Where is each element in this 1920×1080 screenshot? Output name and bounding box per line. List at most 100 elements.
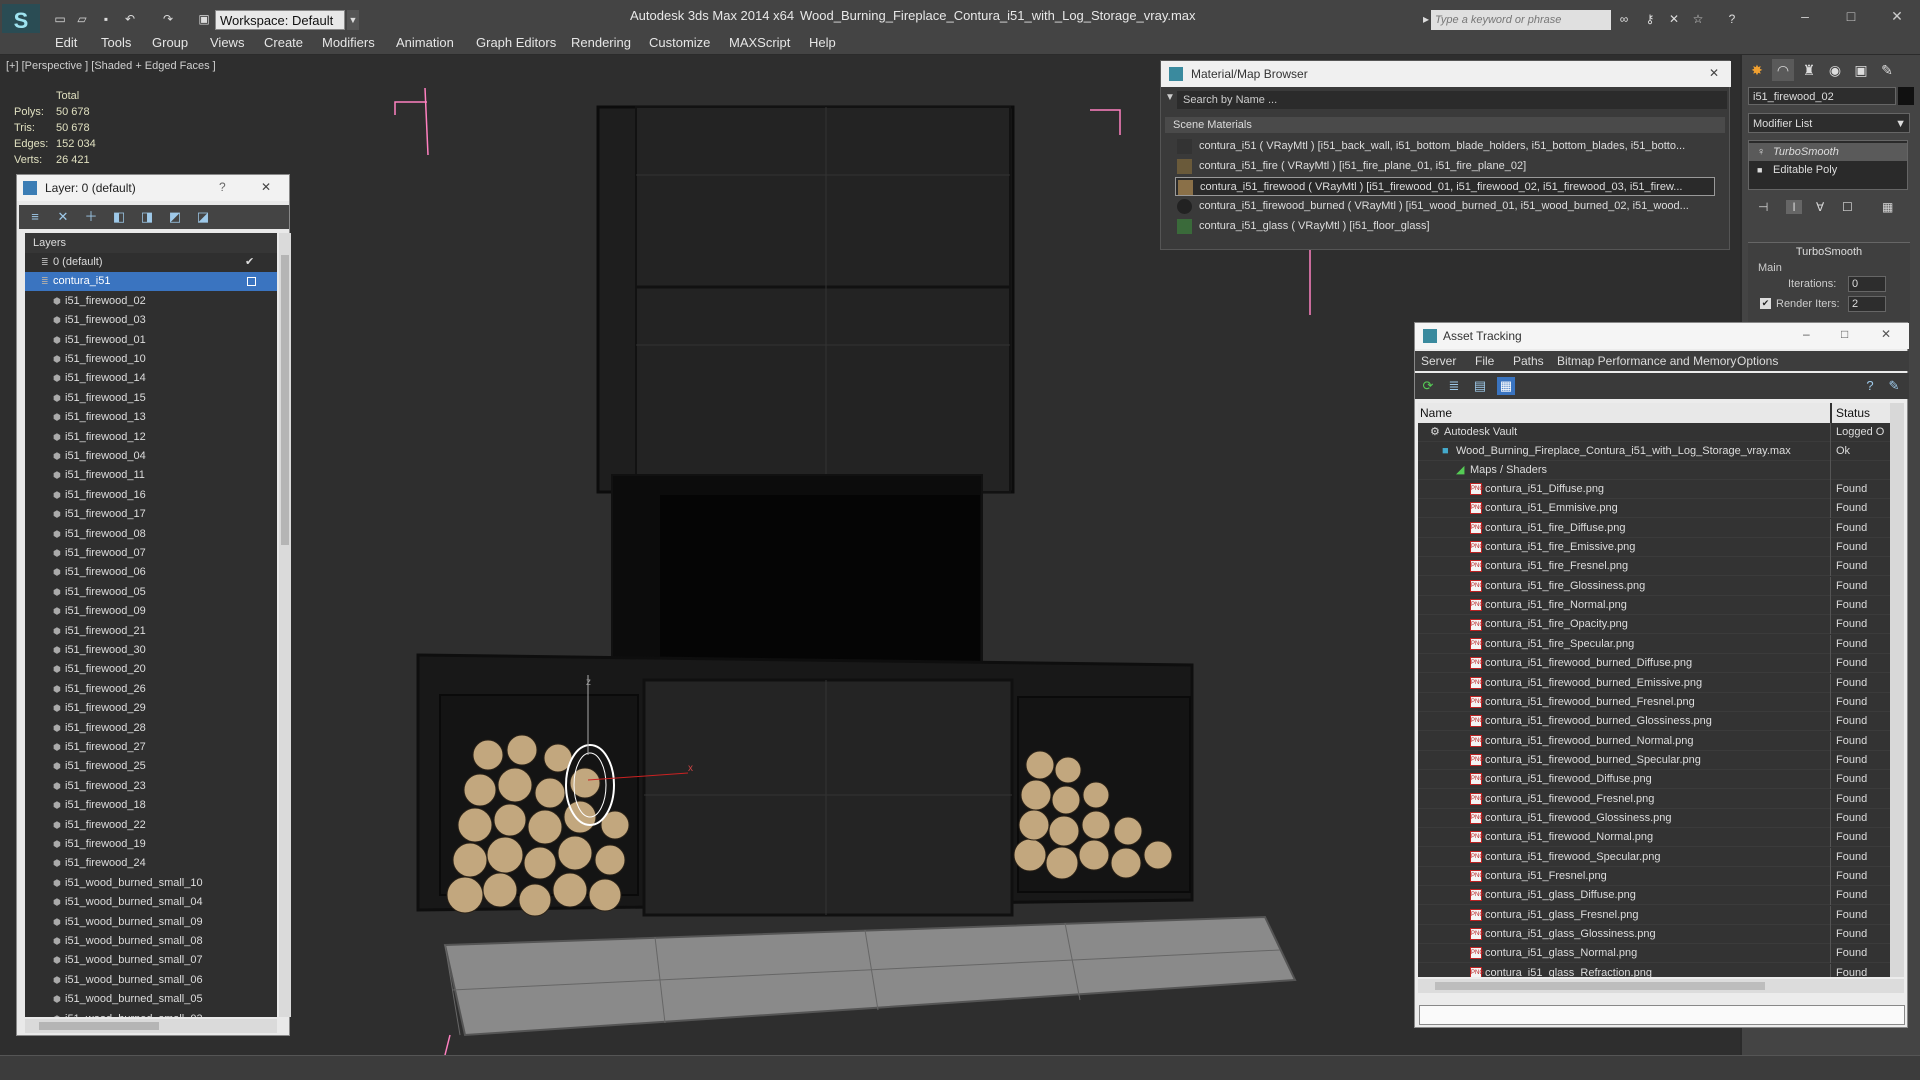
turbosmooth-rollout-title[interactable]: TurboSmooth bbox=[1748, 244, 1910, 260]
layer-object-item[interactable]: ⬢ i51_firewood_30 bbox=[25, 641, 277, 660]
table-row[interactable]: PNGcontura_i51_firewood_Specular.png Foun… bbox=[1418, 847, 1894, 867]
menu-graph-editors[interactable]: Graph Editors bbox=[476, 35, 556, 50]
create-tab-icon[interactable]: ✸ bbox=[1746, 59, 1768, 81]
table-row[interactable]: PNGcontura_i51_glass_Diffuse.png Found bbox=[1418, 886, 1894, 906]
layer-object-item[interactable]: ⬢ i51_wood_burned_small_09 bbox=[25, 913, 277, 932]
layer-object-item[interactable]: ⬢ i51_firewood_15 bbox=[25, 389, 277, 408]
layer-object-item[interactable]: ⬢ i51_wood_burned_small_05 bbox=[25, 990, 277, 1009]
layer-object-item[interactable]: ⬢ i51_firewood_01 bbox=[25, 331, 277, 350]
chevron-down-icon[interactable]: ▼ bbox=[1165, 92, 1175, 103]
layer-object-item[interactable]: ⬢ i51_firewood_22 bbox=[25, 816, 277, 835]
keyword-search-input[interactable]: Type a keyword or phrase bbox=[1431, 10, 1611, 30]
layer-object-item[interactable]: ⬢ i51_firewood_27 bbox=[25, 738, 277, 757]
maximize-icon[interactable]: □ bbox=[1841, 327, 1848, 341]
layer-object-item[interactable]: ⬢ i51_firewood_14 bbox=[25, 369, 277, 388]
help-icon[interactable]: ? bbox=[1724, 12, 1740, 26]
maximize-icon[interactable]: □ bbox=[1836, 6, 1866, 26]
table-row[interactable]: PNGcontura_i51_glass_Refraction.png Found bbox=[1418, 963, 1894, 977]
table-row[interactable]: PNGcontura_i51_firewood_Diffuse.png Found bbox=[1418, 770, 1894, 790]
layer-object-item[interactable]: ⬢ i51_firewood_16 bbox=[25, 486, 277, 505]
menu-server[interactable]: Server bbox=[1421, 354, 1456, 368]
layer-object-item[interactable]: ⬢ i51_firewood_29 bbox=[25, 699, 277, 718]
menu-rendering[interactable]: Rendering bbox=[571, 35, 631, 50]
key-icon[interactable]: ⚷ bbox=[1642, 12, 1658, 26]
lightbulb-icon[interactable]: ♀ bbox=[1757, 143, 1765, 161]
list-view-icon[interactable]: ≣ bbox=[1445, 377, 1463, 395]
table-row[interactable]: PNGcontura_i51_fire_Diffuse.png Found bbox=[1418, 518, 1894, 538]
layer-object-item[interactable]: ⬢ i51_wood_burned_small_04 bbox=[25, 893, 277, 912]
project-folder-icon[interactable]: ▣ bbox=[196, 12, 212, 26]
table-row[interactable]: ■ Wood_Burning_Fireplace_Contura_i51_wit… bbox=[1418, 442, 1894, 461]
viewport-label[interactable]: [+] [Perspective ] [Shaded + Edged Faces… bbox=[6, 60, 216, 72]
help-icon[interactable]: ? bbox=[1861, 377, 1879, 395]
motion-tab-icon[interactable]: ◉ bbox=[1824, 59, 1846, 81]
table-row[interactable]: PNGcontura_i51_firewood_burned_Glossines… bbox=[1418, 712, 1894, 732]
layer-object-item[interactable]: ⬢ i51_wood_burned_small_06 bbox=[25, 971, 277, 990]
table-row[interactable]: PNGcontura_i51_firewood_Glossiness.png Fo… bbox=[1418, 808, 1894, 828]
table-row[interactable]: PNGcontura_i51_fire_Fresnel.png Found bbox=[1418, 557, 1894, 577]
close-icon[interactable]: ✕ bbox=[261, 180, 271, 194]
layer-scroll-thumb[interactable] bbox=[281, 255, 289, 545]
render-iters-checkbox[interactable]: ✔ bbox=[1760, 298, 1771, 309]
layer-object-item[interactable]: ⬢ i51_firewood_07 bbox=[25, 544, 277, 563]
layer-object-item[interactable]: ⬢ i51_firewood_21 bbox=[25, 622, 277, 641]
menu-options[interactable]: Options bbox=[1737, 354, 1778, 368]
asset-vertical-scrollbar[interactable] bbox=[1890, 403, 1904, 977]
table-row[interactable]: PNGcontura_i51_firewood_burned_Normal.pn… bbox=[1418, 731, 1894, 751]
menu-edit[interactable]: Edit bbox=[55, 35, 77, 50]
layer-object-item[interactable]: ⬢ i51_firewood_26 bbox=[25, 680, 277, 699]
redo-icon[interactable]: ↷ bbox=[160, 12, 176, 26]
open-file-icon[interactable]: ▱ bbox=[74, 12, 90, 26]
material-item[interactable]: contura_i51_fire ( VRayMtl ) [i51_fire_p… bbox=[1175, 157, 1715, 176]
thumbnail-view-icon[interactable]: ▤ bbox=[1471, 377, 1489, 395]
table-row[interactable]: PNGcontura_i51_firewood_burned_Specular.… bbox=[1418, 750, 1894, 770]
layer-object-item[interactable]: ⬢ i51_firewood_05 bbox=[25, 583, 277, 602]
layer-object-item[interactable]: ⬢ i51_firewood_17 bbox=[25, 505, 277, 524]
show-end-result-icon[interactable]: I bbox=[1786, 200, 1802, 214]
close-icon[interactable]: ✕ bbox=[1881, 327, 1891, 341]
render-iters-spinner[interactable]: 2 bbox=[1848, 296, 1886, 312]
menu-customize[interactable]: Customize bbox=[649, 35, 710, 50]
scene-materials-section[interactable]: Scene Materials bbox=[1165, 117, 1725, 133]
layer-item[interactable]: ≣ 0 (default) ✔ bbox=[25, 253, 277, 272]
table-row[interactable]: PNGcontura_i51_glass_Glossiness.png Found bbox=[1418, 925, 1894, 945]
save-icon[interactable]: ▪ bbox=[98, 12, 114, 26]
menu-animation[interactable]: Animation bbox=[396, 35, 454, 50]
layer-object-item[interactable]: ⬢ i51_firewood_13 bbox=[25, 408, 277, 427]
menu-maxscript[interactable]: MAXScript bbox=[729, 35, 790, 50]
select-objects-icon[interactable]: ◧ bbox=[111, 209, 127, 225]
material-search-input[interactable]: Search by Name ... bbox=[1177, 91, 1727, 109]
active-layer-check-icon[interactable]: ✔ bbox=[245, 253, 254, 272]
material-item[interactable]: contura_i51_glass ( VRayMtl ) [i51_floor… bbox=[1175, 217, 1715, 236]
add-to-layer-icon[interactable]: ＋ bbox=[83, 209, 99, 225]
menu-file[interactable]: File bbox=[1475, 354, 1494, 368]
close-icon[interactable]: ✕ bbox=[1882, 6, 1912, 26]
refresh-icon[interactable]: ⟳ bbox=[1419, 377, 1437, 395]
layer-object-item[interactable]: ⬢ i51_firewood_24 bbox=[25, 854, 277, 873]
layer-object-item[interactable]: ⬢ i51_firewood_04 bbox=[25, 447, 277, 466]
menu-group[interactable]: Group bbox=[152, 35, 188, 50]
stack-item-editable-poly[interactable]: ■ Editable Poly bbox=[1749, 161, 1907, 179]
asset-path-field[interactable] bbox=[1419, 1005, 1905, 1025]
workspace-dropdown[interactable]: Workspace: Default bbox=[215, 10, 345, 30]
settings-icon[interactable]: ✎ bbox=[1885, 377, 1903, 395]
layer-object-item[interactable]: ⬢ i51_firewood_08 bbox=[25, 525, 277, 544]
remove-modifier-icon[interactable]: ☐ bbox=[1842, 200, 1853, 214]
layer-object-item[interactable]: ⬢ i51_firewood_03 bbox=[25, 311, 277, 330]
help-button[interactable]: ? bbox=[219, 180, 226, 194]
asset-hscroll-thumb[interactable] bbox=[1435, 982, 1765, 990]
layer-object-item[interactable]: ⬢ i51_firewood_06 bbox=[25, 563, 277, 582]
table-row[interactable]: PNGcontura_i51_firewood_burned_Fresnel.p… bbox=[1418, 692, 1894, 712]
layer-object-item[interactable]: ⬢ i51_wood_burned_small_03 bbox=[25, 1010, 277, 1017]
modifier-list-dropdown[interactable]: Modifier List ▼ bbox=[1748, 113, 1910, 133]
make-unique-icon[interactable]: ∀ bbox=[1816, 200, 1824, 214]
object-name-field[interactable]: i51_firewood_02 bbox=[1748, 87, 1896, 105]
table-row[interactable]: PNGcontura_i51_fire_Glossiness.png Found bbox=[1418, 576, 1894, 596]
utilities-tab-icon[interactable]: ✎ bbox=[1876, 59, 1898, 81]
menu-paths[interactable]: Paths bbox=[1513, 354, 1544, 368]
close-icon[interactable]: ✕ bbox=[1709, 66, 1719, 80]
stack-item-turbosmooth[interactable]: ♀ TurboSmooth bbox=[1749, 143, 1907, 161]
table-row[interactable]: PNGcontura_i51_Diffuse.png Found bbox=[1418, 480, 1894, 499]
layer-item[interactable]: ≣ contura_i51 bbox=[25, 272, 277, 292]
table-row[interactable]: PNGcontura_i51_fire_Opacity.png Found bbox=[1418, 615, 1894, 635]
